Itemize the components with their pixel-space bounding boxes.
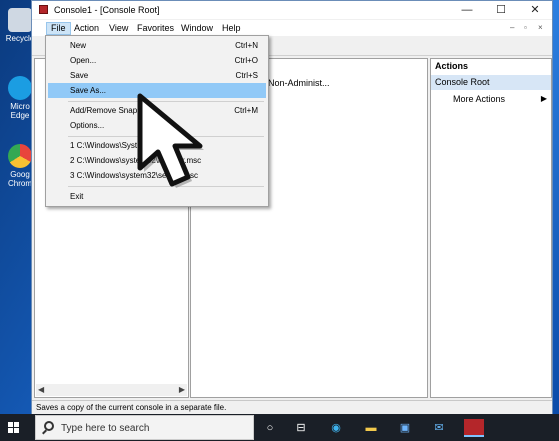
search-icon xyxy=(44,421,54,431)
mdi-minimize-button[interactable]: – xyxy=(510,23,514,32)
menu-file[interactable]: File xyxy=(46,22,71,35)
menu-item-label: Options... xyxy=(70,121,105,130)
taskbar-search-box[interactable]: Type here to search xyxy=(35,415,254,440)
mail-icon[interactable]: ✉ xyxy=(430,419,448,437)
menu-favorites[interactable]: Favorites xyxy=(133,22,178,35)
menu-help[interactable]: Help xyxy=(218,22,245,35)
menu-item-label: New xyxy=(70,41,87,50)
mmc-icon[interactable] xyxy=(464,419,484,437)
mmc-app-icon xyxy=(39,5,48,14)
scroll-right-icon[interactable]: ▶ xyxy=(179,385,185,394)
desktop-icon-label: Goog Chrom xyxy=(7,170,32,188)
scroll-left-icon[interactable]: ◀ xyxy=(38,385,44,394)
menu-item-label: Save As... xyxy=(70,86,107,95)
title-bar[interactable]: Console1 - [Console Root] — ☐ ✕ xyxy=(32,1,552,19)
menu-action[interactable]: Action xyxy=(70,22,103,35)
menu-item-new[interactable]: New Ctrl+N xyxy=(48,38,266,53)
edge-icon xyxy=(8,76,32,100)
store-icon[interactable]: ▣ xyxy=(396,419,414,437)
menu-item-label: Save xyxy=(70,71,89,80)
recycle-bin-icon xyxy=(8,8,32,32)
menu-item-shortcut: Ctrl+M xyxy=(234,106,258,115)
start-button[interactable] xyxy=(8,422,20,434)
mouse-pointer-icon xyxy=(137,93,204,188)
menu-item-save[interactable]: Save Ctrl+S xyxy=(48,68,266,83)
desktop-icon-label: Recycle xyxy=(5,34,35,43)
task-view-icon[interactable]: ○ xyxy=(261,419,279,437)
menu-view[interactable]: View xyxy=(105,22,132,35)
horizontal-scrollbar[interactable]: ◀ ▶ xyxy=(36,384,187,396)
status-bar: Saves a copy of the current console in a… xyxy=(32,400,552,414)
menu-window[interactable]: Window xyxy=(177,22,217,35)
search-placeholder: Type here to search xyxy=(61,423,150,434)
status-text: Saves a copy of the current console in a… xyxy=(36,403,227,412)
minimize-button[interactable]: — xyxy=(450,2,484,18)
desktop-icon-label: Micro Edge xyxy=(10,102,30,120)
mdi-close-button[interactable]: × xyxy=(538,23,543,32)
submenu-arrow-icon: ▶ xyxy=(540,94,547,103)
actions-pane: Actions Console Root More Actions ▶ xyxy=(430,58,552,398)
menu-item-exit[interactable]: Exit xyxy=(48,189,266,204)
actions-title: Actions xyxy=(431,59,551,74)
more-actions-link[interactable]: More Actions xyxy=(453,94,505,104)
result-item[interactable]: Non-Administ... xyxy=(268,78,330,88)
menu-item-open[interactable]: Open... Ctrl+O xyxy=(48,53,266,68)
menu-bar: File Action View Favorites Window Help –… xyxy=(32,20,552,36)
mdi-restore-button[interactable]: ▫ xyxy=(524,23,527,32)
widgets-icon[interactable]: ⊟ xyxy=(292,419,310,437)
menu-item-shortcut: Ctrl+O xyxy=(234,56,258,65)
menu-item-shortcut: Ctrl+N xyxy=(235,41,258,50)
menu-item-label: Exit xyxy=(70,192,84,201)
actions-section-console-root[interactable]: Console Root xyxy=(431,75,551,90)
taskbar: Type here to search ○ ⊟ ◉ ▬ ▣ ✉ xyxy=(0,414,559,441)
menu-item-shortcut: Ctrl+S xyxy=(235,71,258,80)
close-button[interactable]: ✕ xyxy=(518,2,552,18)
menu-item-label: Open... xyxy=(70,56,97,65)
chrome-icon xyxy=(8,144,32,168)
window-title: Console1 - [Console Root] xyxy=(54,5,160,15)
file-explorer-icon[interactable]: ▬ xyxy=(362,419,380,437)
edge-icon[interactable]: ◉ xyxy=(327,419,345,437)
maximize-button[interactable]: ☐ xyxy=(484,2,518,18)
